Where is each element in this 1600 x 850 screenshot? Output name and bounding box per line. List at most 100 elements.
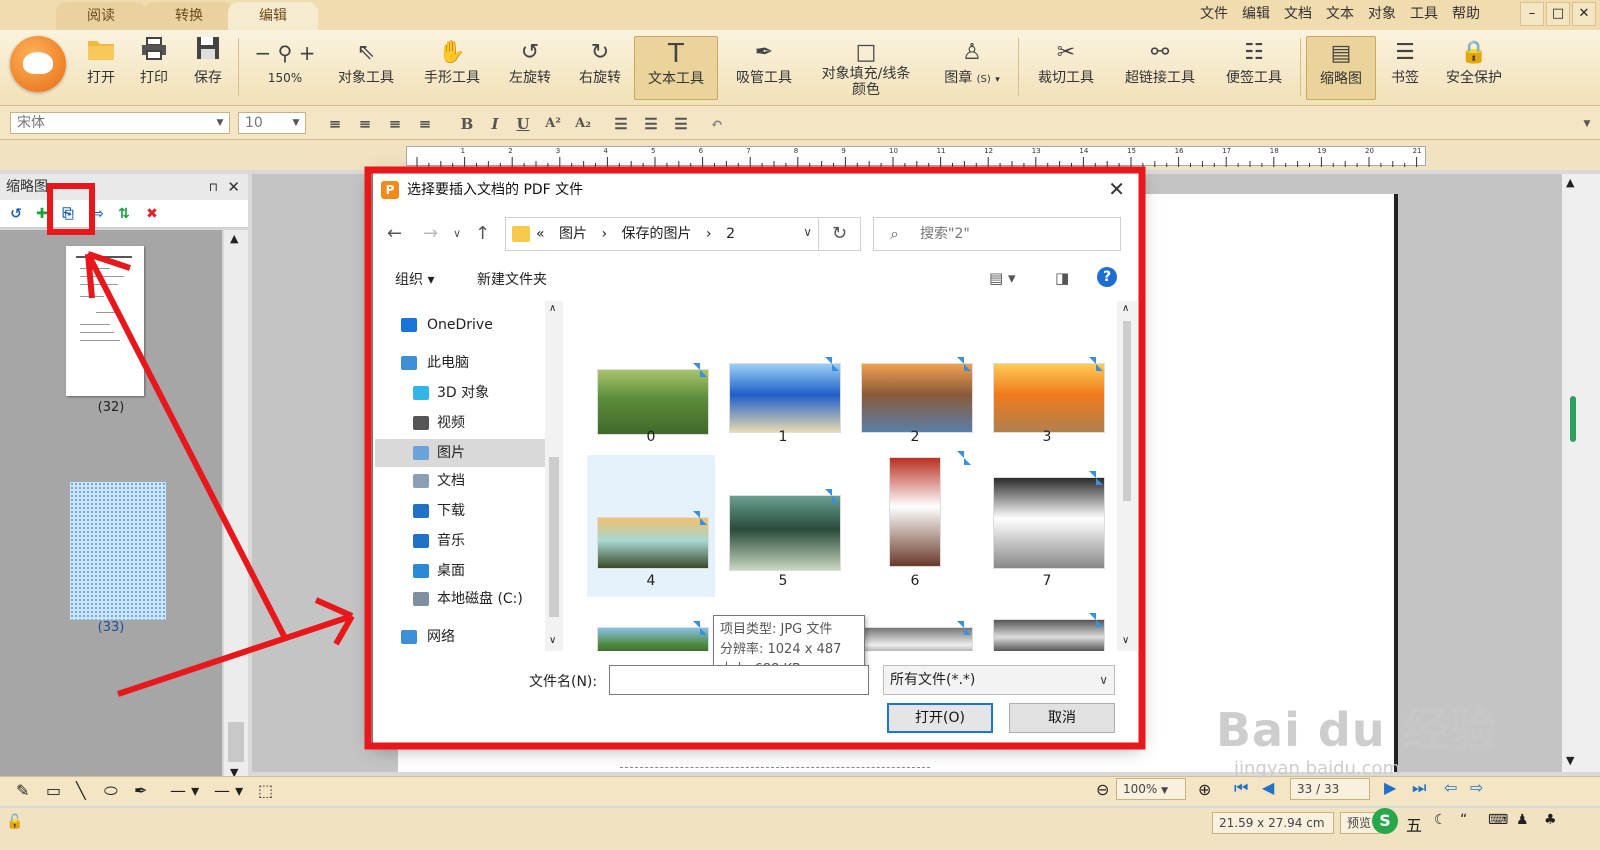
underline-button[interactable]: U (512, 113, 534, 135)
nav-item[interactable]: 图片 (375, 439, 545, 467)
file-type-select[interactable]: 所有文件(*.*) ∨ (883, 665, 1115, 695)
add-page-icon[interactable]: ✚ (32, 205, 52, 223)
replace-page-icon[interactable]: ⇅ (114, 205, 134, 223)
menu-file[interactable]: 文件 (1200, 0, 1228, 28)
app-logo-icon[interactable] (10, 36, 66, 92)
pencil-icon[interactable]: ✎ (16, 781, 29, 800)
menu-tools[interactable]: 工具 (1410, 0, 1438, 28)
unlock-icon[interactable]: 🔓 (6, 814, 23, 830)
italic-button[interactable]: I (484, 113, 506, 135)
line-icon[interactable]: ╲ (76, 781, 86, 800)
nav-item[interactable]: 文档 (375, 467, 545, 495)
fill-line-color-button[interactable]: □ 对象填充/线条 颜色 (814, 36, 918, 100)
selection-box-icon[interactable]: ⬚ (258, 781, 273, 800)
insert-pdf-page-icon[interactable]: ⎘ (58, 205, 78, 223)
menu-edit[interactable]: 编辑 (1242, 0, 1270, 28)
document-scrollbar[interactable]: ▲ ▼ (1562, 174, 1600, 772)
keyboard-icon[interactable]: ⌨ (1488, 812, 1508, 828)
font-size-select[interactable]: 10 ▼ (238, 112, 306, 134)
nav-item[interactable]: 下载 (375, 497, 545, 525)
crop-tool-button[interactable]: ✂ 裁切工具 (1032, 36, 1100, 100)
menu-document[interactable]: 文档 (1284, 0, 1312, 28)
scroll-down-icon[interactable]: ∨ (549, 635, 556, 646)
security-button[interactable]: 🔒 安全保护 (1440, 36, 1508, 100)
print-button[interactable]: 打印 (134, 36, 174, 100)
scroll-down-icon[interactable]: ▼ (1566, 754, 1574, 767)
rotate-left-button[interactable]: ↺ 左旋转 (504, 36, 556, 100)
refresh-button[interactable]: ↻ (819, 217, 861, 251)
page-thumbnail-33[interactable] (70, 482, 166, 620)
close-icon[interactable]: ✕ (1108, 177, 1125, 201)
scroll-thumb[interactable] (228, 722, 244, 762)
bookmark-button[interactable]: ☰ 书签 (1384, 36, 1426, 100)
help-icon[interactable]: ? (1097, 267, 1117, 287)
ime-mode[interactable]: 五 (1406, 812, 1422, 836)
scroll-up-icon[interactable]: ▲ (230, 232, 238, 245)
file-list-scrollbar[interactable]: ∧ ∨ (1117, 301, 1137, 651)
line-width-select[interactable]: — ▾ (214, 781, 243, 800)
object-tool-button[interactable]: ⇖ 对象工具 (332, 36, 400, 100)
forward-arrow-icon[interactable]: → (423, 223, 438, 244)
delete-page-icon[interactable]: ✖ (142, 205, 162, 223)
zoom-in-circle-icon[interactable]: ⊕ (1198, 780, 1211, 799)
line-spacing-icon[interactable]: ☰ (610, 113, 632, 135)
chevron-down-icon[interactable]: ▼ (1576, 113, 1598, 135)
file-item[interactable]: 3 (983, 311, 1111, 453)
minimize-button[interactable]: – (1520, 2, 1544, 26)
open-button[interactable]: 打开 (80, 36, 122, 100)
undo-icon[interactable]: ↺ (6, 205, 26, 223)
zoom-in-button[interactable]: + (299, 41, 316, 65)
nav-item[interactable]: 视频 (375, 409, 545, 437)
file-item[interactable]: 2 (851, 311, 979, 453)
punctuation-icon[interactable]: “ (1460, 812, 1467, 828)
address-bar[interactable]: « 图片 › 保存的图片 › 2 ∨ (505, 217, 819, 251)
paragraph-spacing-icon[interactable]: ☰ (640, 113, 662, 135)
search-input[interactable]: ⌕ 搜索"2" (873, 217, 1121, 251)
open-button[interactable]: 打开(O) (887, 703, 993, 733)
tab-read[interactable]: 阅读 (56, 2, 146, 30)
horizontal-ruler[interactable]: 1 2 3 4 5 6 7 8 9 10 11 12 13 14 15 16 17 18 19 20 21 (406, 146, 1426, 167)
file-item[interactable]: 6 (851, 451, 979, 597)
page-thumbnail-32[interactable] (66, 246, 144, 396)
thumbnail-button[interactable]: ▤ 缩略图 (1306, 36, 1376, 100)
align-center-icon[interactable]: ≡ (354, 113, 376, 135)
organize-button[interactable]: 组织 ▾ (395, 269, 434, 289)
superscript-button[interactable]: A² (542, 113, 564, 135)
shirt-icon[interactable]: ♣ (1544, 812, 1557, 828)
file-item[interactable]: 0 (587, 311, 715, 453)
text-tool-button[interactable]: T 文本工具 (634, 36, 718, 100)
file-item[interactable]: 5 (719, 455, 847, 597)
scroll-down-icon[interactable]: ∨ (1122, 635, 1129, 646)
menu-help[interactable]: 帮助 (1452, 0, 1480, 28)
file-item[interactable] (983, 609, 1111, 651)
align-left-icon[interactable]: ≡ (324, 113, 346, 135)
nav-item[interactable]: 此电脑 (375, 349, 545, 377)
dialog-titlebar[interactable]: P 选择要插入文档的 PDF 文件 ✕ (373, 173, 1139, 207)
scroll-up-icon[interactable]: ∧ (549, 303, 556, 314)
pen-icon[interactable]: ✒ (134, 781, 147, 800)
hand-tool-button[interactable]: ✋ 手形工具 (418, 36, 486, 100)
scroll-thumb[interactable] (549, 457, 559, 617)
nav-item[interactable]: 网络 (375, 623, 545, 651)
zoom-out-circle-icon[interactable]: ⊖ (1096, 780, 1109, 799)
menu-object[interactable]: 对象 (1368, 0, 1396, 28)
view-options-icon[interactable]: ▤ ▾ (989, 269, 1015, 287)
chevron-down-icon[interactable]: ∨ (803, 225, 812, 239)
up-arrow-icon[interactable]: ↑ (475, 223, 490, 244)
nav-item[interactable]: 桌面 (375, 557, 545, 585)
nav-item[interactable]: 音乐 (375, 527, 545, 555)
zoom-out-button[interactable]: − (255, 41, 272, 65)
user-icon[interactable]: ♟ (1516, 812, 1529, 828)
preview-pane-icon[interactable]: ◨ (1055, 269, 1069, 287)
line-style-select[interactable]: — ▾ (170, 781, 199, 800)
ellipse-icon[interactable]: ⬭ (104, 781, 118, 801)
tab-edit[interactable]: 编辑 (228, 2, 318, 30)
thumbnail-scrollbar[interactable]: ▲ ▼ (224, 230, 248, 784)
ime-logo-icon[interactable]: S (1372, 808, 1398, 834)
scroll-thumb[interactable] (1123, 321, 1131, 501)
scroll-up-icon[interactable]: ▲ (1566, 176, 1574, 189)
scroll-thumb[interactable] (1570, 396, 1576, 442)
menu-text[interactable]: 文本 (1326, 0, 1354, 28)
file-item[interactable]: 1 (719, 311, 847, 453)
new-folder-button[interactable]: 新建文件夹 (477, 269, 547, 289)
